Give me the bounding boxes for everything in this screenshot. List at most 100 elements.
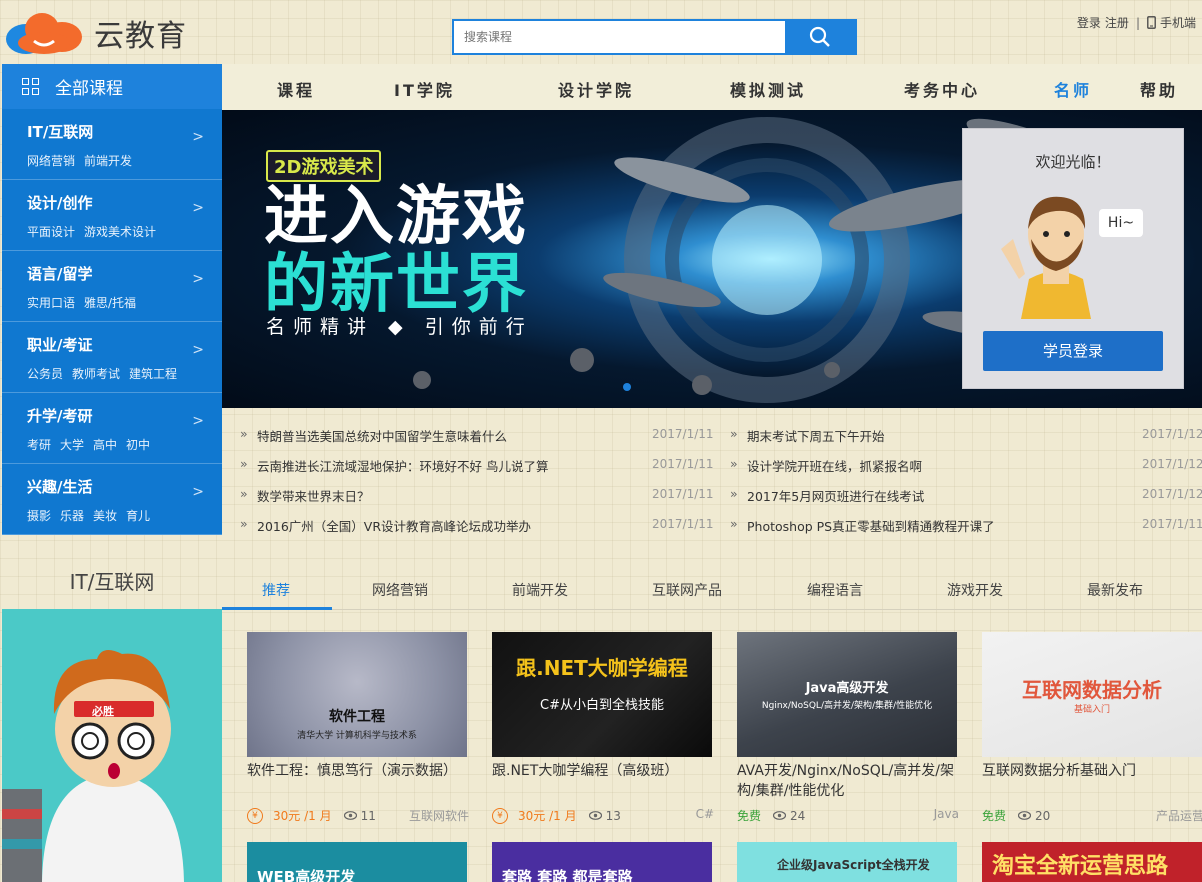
news-link[interactable]: Photoshop PS真正零基础到精通教程开课了 xyxy=(747,516,995,535)
nav-item[interactable]: 名师 xyxy=(1054,77,1092,101)
subcategory-link[interactable]: 雅思/托福 xyxy=(84,294,136,311)
search-button[interactable] xyxy=(785,21,855,53)
course-thumbnail[interactable]: 套路 套路 都是套路 xyxy=(492,842,712,882)
subcategory-link[interactable]: 初中 xyxy=(126,436,150,453)
promo-illustration[interactable]: 必胜 xyxy=(2,609,222,882)
course-title[interactable]: 互联网数据分析基础入门 xyxy=(982,761,1202,801)
course-title[interactable]: 软件工程：慎思笃行（演示数据） xyxy=(247,761,469,801)
thumbnail-title: WEB高级开发 xyxy=(257,868,356,882)
subcategory-link[interactable]: 前端开发 xyxy=(84,152,132,169)
course-title[interactable]: 跟.NET大咖学编程（高级班） xyxy=(492,761,714,801)
main-nav: 课程 IT学院 设计学院 模拟测试 考务中心 名师 帮助 xyxy=(222,64,1202,110)
news-link[interactable]: 云南推进长江流域湿地保护：环境好不好 鸟儿说了算 xyxy=(257,456,548,475)
subcategory-link[interactable]: 游戏美术设计 xyxy=(84,223,156,240)
category-list: IT/互联网 > 网络营销 前端开发 设计/创作 > 平面设计 游戏美术设计 语言/留学 > 实用口… xyxy=(2,109,222,535)
nav-item[interactable]: 设计学院 xyxy=(558,77,634,101)
course-thumbnail[interactable]: 企业级JavaScript全栈开发 xyxy=(737,842,957,882)
subcategory-link[interactable]: 美妆 xyxy=(93,507,117,524)
course-title[interactable]: AVA开发/Nginx/NoSQL/高并发/架构/集群/性能优化 xyxy=(737,761,959,801)
subcategory-link[interactable]: 育儿 xyxy=(126,507,150,524)
course-card[interactable]: Java高级开发 Nginx/NoSQL/高并发/架构/集群/性能优化 AVA开发/… xyxy=(737,632,959,824)
course-thumbnail[interactable]: 软件工程 清华大学 计算机科学与技术系 xyxy=(247,632,467,757)
register-link[interactable]: 注册 xyxy=(1105,14,1129,31)
student-login-button[interactable]: 学员登录 xyxy=(983,331,1163,371)
welcome-text: 欢迎光临！ xyxy=(1035,153,1111,171)
course-category[interactable]: 产品运营 xyxy=(1156,807,1202,824)
views-number: 11 xyxy=(360,808,376,823)
subcategory-link[interactable]: 考研 xyxy=(27,436,51,453)
section-title: IT/互联网 xyxy=(69,570,155,594)
subcategory-link[interactable]: 摄影 xyxy=(27,507,51,524)
subcategory-link[interactable]: 公务员 xyxy=(27,365,63,382)
active-tab-underline xyxy=(222,607,332,610)
subcategory-link[interactable]: 大学 xyxy=(60,436,84,453)
course-card[interactable]: 软件工程 清华大学 计算机科学与技术系 软件工程：慎思笃行（演示数据） ¥30元 /1… xyxy=(247,632,469,824)
grid-icon xyxy=(22,78,39,95)
login-link[interactable]: 登录 xyxy=(1077,14,1101,31)
course-card[interactable]: 跟.NET大咖学编程 C#从小白到全栈技能 跟.NET大咖学编程（高级班） ¥30元 … xyxy=(492,632,714,824)
news-link[interactable]: 设计学院开班在线，抓紧报名啊 xyxy=(747,456,922,475)
course-thumbnail[interactable]: WEB高级开发 xyxy=(247,842,467,882)
nav-item[interactable]: IT学院 xyxy=(394,77,455,101)
section-tab[interactable]: 编程语言 xyxy=(807,580,863,600)
course-price: 免费 xyxy=(737,809,762,823)
yen-icon: ¥ xyxy=(492,807,508,824)
views-count: 11 xyxy=(343,808,376,823)
subcategory-link[interactable]: 乐器 xyxy=(60,507,84,524)
chevron-right-icon: > xyxy=(192,200,204,216)
section-tab[interactable]: 前端开发 xyxy=(512,580,568,600)
news-link[interactable]: 2017年5月网页班进行在线考试 xyxy=(747,486,924,505)
nav-item[interactable]: 考务中心 xyxy=(904,77,980,101)
subcategory-link[interactable]: 高中 xyxy=(93,436,117,453)
search-icon xyxy=(809,26,830,47)
course-meta: 免费 24 Java xyxy=(737,807,959,824)
thumbnail-subtitle: C#从小白到全栈技能 xyxy=(540,698,664,713)
category-item[interactable]: 语言/留学 > 实用口语 雅思/托福 xyxy=(2,251,222,322)
course-category[interactable]: C# xyxy=(696,807,714,821)
section-tab[interactable]: 游戏开发 xyxy=(947,580,1003,600)
section-tab[interactable]: 互联网产品 xyxy=(652,580,722,600)
subcategory-link[interactable]: 网络营销 xyxy=(27,152,75,169)
course-thumbnail[interactable]: 淘宝全新运营思路 xyxy=(982,842,1202,882)
all-courses-header[interactable]: 全部课程 xyxy=(2,64,222,109)
site-logo[interactable]: 云教育 xyxy=(4,8,214,58)
course-thumbnail[interactable]: 跟.NET大咖学编程 C#从小白到全栈技能 xyxy=(492,632,712,757)
category-subs: 平面设计 游戏美术设计 xyxy=(27,223,222,240)
news-date: 2017/1/11 xyxy=(652,517,714,531)
subcategory-link[interactable]: 教师考试 xyxy=(72,365,120,382)
mobile-link[interactable]: 手机端 xyxy=(1160,14,1196,31)
nav-item[interactable]: 课程 xyxy=(277,77,315,101)
nav-item[interactable]: 帮助 xyxy=(1140,77,1178,101)
news-link[interactable]: 期末考试下周五下午开始 xyxy=(747,426,885,445)
bullet-icon: » xyxy=(730,456,738,471)
category-item[interactable]: IT/互联网 > 网络营销 前端开发 xyxy=(2,109,222,180)
section-tab[interactable]: 网络营销 xyxy=(372,580,428,600)
course-category[interactable]: Java xyxy=(934,807,959,821)
search-input[interactable] xyxy=(454,21,785,53)
cloud-logo-icon xyxy=(4,11,88,55)
nav-item[interactable]: 模拟测试 xyxy=(730,77,806,101)
subcategory-link[interactable]: 实用口语 xyxy=(27,294,75,311)
category-item[interactable]: 设计/创作 > 平面设计 游戏美术设计 xyxy=(2,180,222,251)
category-item[interactable]: 职业/考证 > 公务员 教师考试 建筑工程 xyxy=(2,322,222,393)
subcategory-link[interactable]: 平面设计 xyxy=(27,223,75,240)
news-link[interactable]: 特朗普当选美国总统对中国留学生意味着什么 xyxy=(257,426,507,445)
course-thumbnail[interactable]: Java高级开发 Nginx/NoSQL/高并发/架构/集群/性能优化 xyxy=(737,632,957,757)
section-tab[interactable]: 最新发布 xyxy=(1087,580,1143,600)
subcategory-link[interactable]: 建筑工程 xyxy=(129,365,177,382)
category-item[interactable]: 升学/考研 > 考研 大学 高中 初中 xyxy=(2,393,222,464)
views-count: 20 xyxy=(1018,809,1050,823)
course-thumbnail[interactable]: 互联网数据分析 基础入门 xyxy=(982,632,1202,757)
news-link[interactable]: 2016广州（全国）VR设计教育高峰论坛成功举办 xyxy=(257,516,531,535)
category-subs: 摄影 乐器 美妆 育儿 xyxy=(27,507,222,524)
course-meta: ¥30元 /1 月 13 C# xyxy=(492,807,714,824)
news-date: 2017/1/11 xyxy=(652,457,714,471)
news-date: 2017/1/11 xyxy=(1142,517,1202,531)
chevron-right-icon: > xyxy=(192,271,204,287)
section-tab[interactable]: 推荐 xyxy=(262,580,290,600)
course-category[interactable]: 互联网软件 xyxy=(409,807,469,824)
course-card[interactable]: 互联网数据分析 基础入门 互联网数据分析基础入门 免费 20 产品运营 xyxy=(982,632,1202,824)
news-link[interactable]: 数学带来世界末日？ xyxy=(257,486,370,505)
eye-icon xyxy=(343,811,357,820)
category-item[interactable]: 兴趣/生活 > 摄影 乐器 美妆 育儿 xyxy=(2,464,222,535)
